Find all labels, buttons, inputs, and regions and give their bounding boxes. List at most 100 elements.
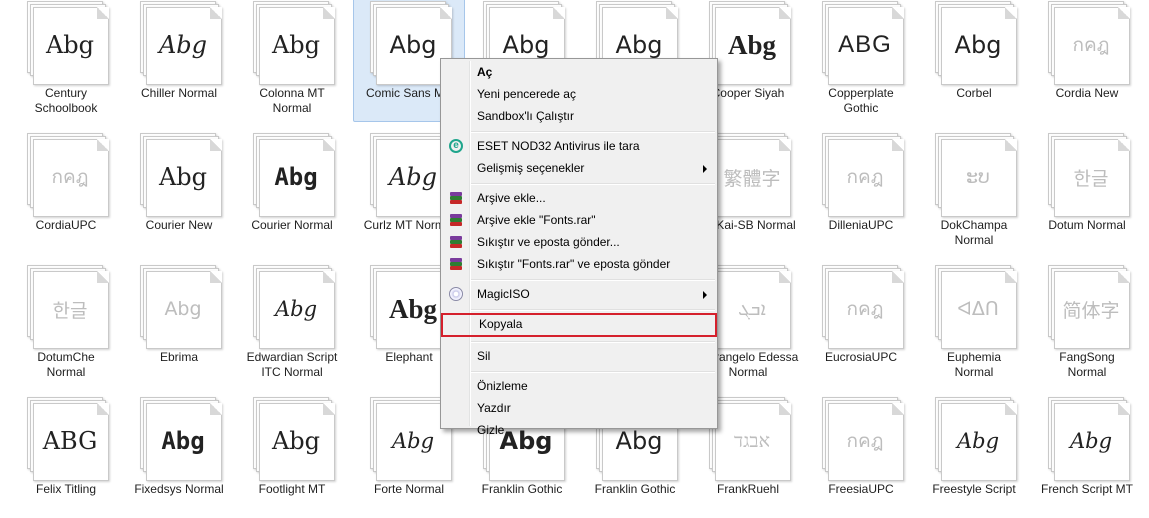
font-item[interactable]: Abg Corbel bbox=[918, 0, 1030, 122]
eset-icon: e bbox=[449, 139, 465, 155]
font-name-label: FreesiaUPC bbox=[828, 482, 894, 496]
magiciso-icon bbox=[449, 287, 465, 303]
font-name-label: Forte Normal bbox=[373, 482, 444, 496]
font-name-label: Copperplate Gothic bbox=[828, 86, 894, 115]
font-item[interactable]: ະບ DokChampa Normal bbox=[918, 126, 1030, 254]
font-file-icon: Abg bbox=[140, 265, 222, 349]
font-item[interactable]: กคฎ EucrosiaUPC bbox=[805, 258, 917, 386]
font-name-label: Franklin Gothic bbox=[594, 482, 676, 496]
font-name-label: Cordia New bbox=[1055, 86, 1119, 100]
menu-item-s-k-t-r-fonts-rar-ve-eposta-g-nder[interactable]: Sıkıştır "Fonts.rar" ve eposta gönder bbox=[443, 254, 715, 275]
font-sample-text: Abg bbox=[727, 29, 776, 60]
font-item[interactable]: ABG Felix Titling bbox=[10, 390, 122, 518]
font-item[interactable]: Abg Footlight MT bbox=[236, 390, 348, 518]
font-item[interactable]: Abg Century Schoolbook bbox=[10, 0, 122, 122]
font-sample-text: Abg bbox=[954, 31, 1002, 59]
font-name-label: Colonna MT Normal bbox=[259, 86, 325, 115]
font-file-icon: Abg bbox=[140, 133, 222, 217]
font-sample-text: Abg bbox=[274, 163, 318, 191]
font-item[interactable]: Abg Freestyle Script bbox=[918, 390, 1030, 518]
font-sample-text: Abg bbox=[271, 31, 321, 59]
menu-item-label: Gelişmiş seçenekler bbox=[477, 161, 585, 175]
font-file-icon: Abg bbox=[935, 397, 1017, 481]
font-item[interactable]: กคฎ DilleniaUPC bbox=[805, 126, 917, 254]
context-menu: Aç Yeni pencerede aç Sandbox'lı Çalıştır e E… bbox=[440, 58, 718, 437]
menu-item-geli-mi-se-enekler[interactable]: Gelişmiş seçenekler bbox=[443, 158, 715, 179]
font-file-icon: Abg bbox=[1048, 397, 1130, 481]
font-sample-text: Abg bbox=[158, 163, 208, 191]
font-item[interactable]: กคฎ CordiaUPC bbox=[10, 126, 122, 254]
winrar-icon bbox=[449, 213, 465, 229]
menu-item-kopyala[interactable]: Kopyala bbox=[441, 313, 717, 337]
font-sample-text: Abg bbox=[956, 429, 1000, 453]
font-item[interactable]: Abg Colonna MT Normal bbox=[236, 0, 348, 122]
font-item[interactable]: กคฎ Cordia New bbox=[1031, 0, 1143, 122]
menu-separator bbox=[471, 371, 715, 373]
menu-item-gizle[interactable]: Gizle bbox=[443, 420, 715, 441]
menu-item-s-k-t-r-ve-eposta-g-nder[interactable]: Sıkıştır ve eposta gönder... bbox=[443, 232, 715, 253]
font-name-label: Euphemia Normal bbox=[946, 350, 1002, 379]
font-name-label: DokChampa Normal bbox=[940, 218, 1008, 247]
font-file-icon: Abg bbox=[140, 1, 222, 85]
menu-item-yeni-pencerede-a[interactable]: Yeni pencerede aç bbox=[443, 84, 715, 105]
menu-item-eset-nod32-antivirus-ile-tara[interactable]: e ESET NOD32 Antivirus ile tara bbox=[443, 136, 715, 157]
font-sample-text: Abg bbox=[161, 427, 205, 455]
font-item[interactable]: กคฎ FreesiaUPC bbox=[805, 390, 917, 518]
menu-separator bbox=[471, 341, 715, 343]
font-item[interactable]: Abg Chiller Normal bbox=[123, 0, 235, 122]
font-sample-text: Abg bbox=[164, 298, 202, 320]
menu-item-label: MagicISO bbox=[477, 287, 530, 301]
font-sample-text: Abg bbox=[158, 31, 208, 59]
font-file-icon: 한글 bbox=[1048, 133, 1130, 217]
submenu-arrow-icon bbox=[703, 291, 707, 299]
font-name-label: Edwardian Script ITC Normal bbox=[246, 350, 338, 379]
menu-separator bbox=[471, 279, 715, 281]
font-item[interactable]: 한글 Dotum Normal bbox=[1031, 126, 1143, 254]
menu-item-label: Gizle bbox=[477, 423, 505, 437]
font-file-icon: 繁體字 bbox=[709, 133, 791, 217]
font-name-label: French Script MT bbox=[1040, 482, 1133, 496]
font-sample-text: กคฎ bbox=[51, 166, 89, 188]
font-item[interactable]: Abg Ebrima bbox=[123, 258, 235, 386]
font-sample-text: ABG bbox=[42, 427, 98, 455]
font-item[interactable]: Abg Courier Normal bbox=[236, 126, 348, 254]
winrar-icon bbox=[449, 191, 465, 207]
menu-item-label: ESET NOD32 Antivirus ile tara bbox=[477, 139, 640, 153]
font-sample-text: 简体字 bbox=[1062, 299, 1120, 322]
font-file-icon: 한글 bbox=[27, 265, 109, 349]
winrar-icon bbox=[449, 257, 465, 273]
font-item[interactable]: Abg French Script MT bbox=[1031, 390, 1143, 518]
font-item[interactable]: ᐊᐃᑎ Euphemia Normal bbox=[918, 258, 1030, 386]
menu-item-sil[interactable]: Sil bbox=[443, 346, 715, 367]
font-file-icon: Abg bbox=[253, 1, 335, 85]
font-file-icon: Abg bbox=[27, 1, 109, 85]
menu-separator bbox=[471, 183, 715, 185]
font-name-label: FrankRuehl bbox=[716, 482, 780, 496]
font-item[interactable]: 한글 DotumChe Normal bbox=[10, 258, 122, 386]
font-sample-text: 한글 bbox=[1073, 167, 1109, 190]
font-name-label: DilleniaUPC bbox=[828, 218, 894, 232]
font-name-label: Freestyle Script bbox=[932, 482, 1016, 496]
font-name-label: Franklin Gothic bbox=[481, 482, 563, 496]
font-item[interactable]: 简体字 FangSong Normal bbox=[1031, 258, 1143, 386]
menu-item-ar-ive-ekle[interactable]: Arşive ekle... bbox=[443, 188, 715, 209]
menu-item-sandbox-l-al-t-r[interactable]: Sandbox'lı Çalıştır bbox=[443, 106, 715, 127]
font-item[interactable]: Abg Fixedsys Normal bbox=[123, 390, 235, 518]
font-sample-text: กคฎ bbox=[1072, 34, 1110, 56]
font-name-label: Courier Normal bbox=[251, 218, 333, 232]
menu-item-ar-ive-ekle-fonts-rar[interactable]: Arşive ekle "Fonts.rar" bbox=[443, 210, 715, 231]
font-file-icon: Abg bbox=[370, 397, 452, 481]
menu-item-yazd-r[interactable]: Yazdır bbox=[443, 398, 715, 419]
font-sample-text: אבגד bbox=[734, 429, 770, 452]
menu-item-magiciso[interactable]: MagicISO bbox=[443, 284, 715, 305]
font-sample-text: 한글 bbox=[52, 299, 88, 322]
font-item[interactable]: ABG Copperplate Gothic bbox=[805, 0, 917, 122]
menu-item-a[interactable]: Aç bbox=[443, 62, 715, 83]
font-item[interactable]: Abg Edwardian Script ITC Normal bbox=[236, 258, 348, 386]
font-item[interactable]: Abg Courier New bbox=[123, 126, 235, 254]
menu-item-label: Sil bbox=[477, 349, 491, 363]
menu-item-nizleme[interactable]: Önizleme bbox=[443, 376, 715, 397]
font-file-icon: Abg bbox=[253, 133, 335, 217]
font-file-icon: Abg bbox=[935, 1, 1017, 85]
font-name-label: Corbel bbox=[956, 86, 992, 100]
